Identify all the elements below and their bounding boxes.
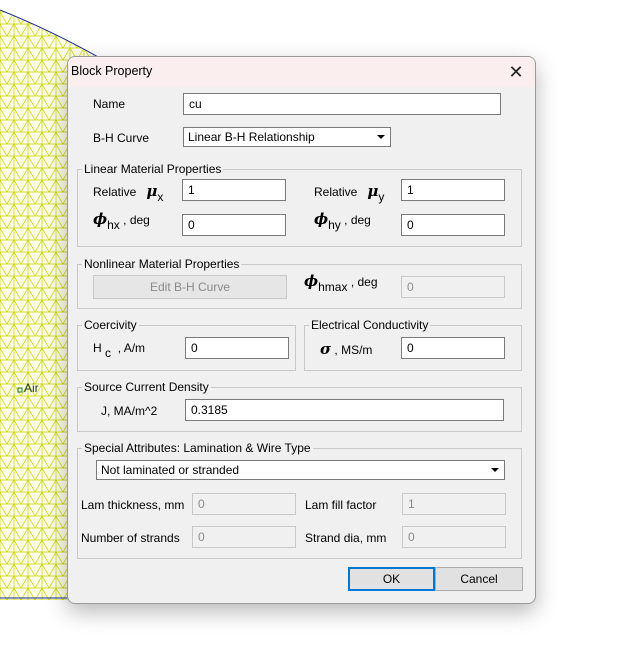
close-button[interactable]: ✕ <box>505 61 527 83</box>
conductivity-unit: , MS/m <box>334 343 373 357</box>
coercivity-group-label: Coercivity <box>82 318 139 332</box>
close-icon: ✕ <box>508 62 524 82</box>
coercivity-label: H c , A/m <box>93 341 146 360</box>
phi-hx-sub: hx <box>107 218 120 232</box>
strand-dia-label: Strand dia, mm <box>305 531 387 545</box>
conductivity-input[interactable]: 0 <box>401 337 505 359</box>
phi-symbol: ϕ <box>93 210 108 228</box>
mu-x-input[interactable]: 1 <box>182 179 286 201</box>
chevron-down-icon <box>491 468 499 472</box>
lam-thickness-input[interactable]: 0 <box>192 493 296 515</box>
phi-hmax-sub: hmax <box>318 280 348 294</box>
phi-hmax-deg: , deg <box>350 275 378 289</box>
special-group-label: Special Attributes: Lamination & Wire Ty… <box>82 441 313 455</box>
cancel-button[interactable]: Cancel <box>435 567 523 591</box>
coercivity-input[interactable]: 0 <box>185 337 289 359</box>
title-bar[interactable]: Block Property ✕ <box>68 57 535 87</box>
phi-hy-label: ϕhy , deg <box>314 210 371 232</box>
mu-y-label: Relative μy <box>314 182 384 204</box>
lam-thickness-label: Lam thickness, mm <box>81 498 185 512</box>
phi-hmax-input[interactable]: 0 <box>401 276 505 298</box>
phi-hx-label: ϕhx , deg <box>93 210 150 232</box>
sigma-symbol: σ <box>320 340 332 358</box>
lam-fill-label: Lam fill factor <box>305 498 377 512</box>
conductivity-label: σ , MS/m <box>320 340 372 358</box>
mu-x-prefix: Relative <box>93 185 137 199</box>
strand-dia-input[interactable]: 0 <box>402 526 506 548</box>
edit-bh-curve-button[interactable]: Edit B-H Curve <box>93 275 287 299</box>
phi-hy-sub: hy <box>328 218 341 232</box>
source-group-label: Source Current Density <box>82 380 211 394</box>
strands-input[interactable]: 0 <box>192 526 296 548</box>
linear-group-label: Linear Material Properties <box>82 162 224 176</box>
phi-hx-deg: , deg <box>123 213 150 227</box>
coercivity-h: H <box>93 341 102 355</box>
current-density-label: J, MA/m^2 <box>101 404 158 418</box>
nonlinear-group-label: Nonlinear Material Properties <box>82 257 242 271</box>
mu-y-prefix: Relative <box>314 185 358 199</box>
name-input[interactable]: cu <box>183 93 501 115</box>
dialog-title: Block Property <box>71 64 153 78</box>
block-property-dialog: Block Property ✕ Name cu B-H Curve Linea… <box>67 56 536 604</box>
lamination-type-value: Not laminated or stranded <box>101 463 240 477</box>
phi-hy-deg: , deg <box>344 213 371 227</box>
mu-x-sub: x <box>157 190 164 204</box>
name-label: Name <box>93 97 126 111</box>
ok-button[interactable]: OK <box>348 567 435 591</box>
coercivity-unit: , A/m <box>117 341 146 355</box>
mu-symbol: μ <box>367 182 379 200</box>
mu-x-label: Relative μx <box>93 182 163 204</box>
coercivity-sub: c <box>105 346 112 360</box>
region-label: Air <box>24 381 39 395</box>
bh-curve-select[interactable]: Linear B-H Relationship <box>183 127 391 147</box>
lamination-type-select[interactable]: Not laminated or stranded <box>96 460 505 480</box>
phi-symbol: ϕ <box>304 272 319 290</box>
phi-hy-input[interactable]: 0 <box>401 214 505 236</box>
conductivity-group-label: Electrical Conductivity <box>309 318 431 332</box>
phi-hmax-label: ϕhmax , deg <box>304 272 378 294</box>
lam-fill-input[interactable]: 1 <box>402 493 506 515</box>
mu-symbol: μ <box>146 182 158 200</box>
mu-y-sub: y <box>378 190 385 204</box>
phi-symbol: ϕ <box>314 210 329 228</box>
bh-curve-value: Linear B-H Relationship <box>188 130 315 144</box>
phi-hx-input[interactable]: 0 <box>182 214 286 236</box>
chevron-down-icon <box>377 135 385 139</box>
bh-curve-label: B-H Curve <box>93 131 150 145</box>
strands-label: Number of strands <box>81 531 180 545</box>
current-density-input[interactable]: 0.3185 <box>185 399 504 421</box>
mu-y-input[interactable]: 1 <box>401 179 505 201</box>
